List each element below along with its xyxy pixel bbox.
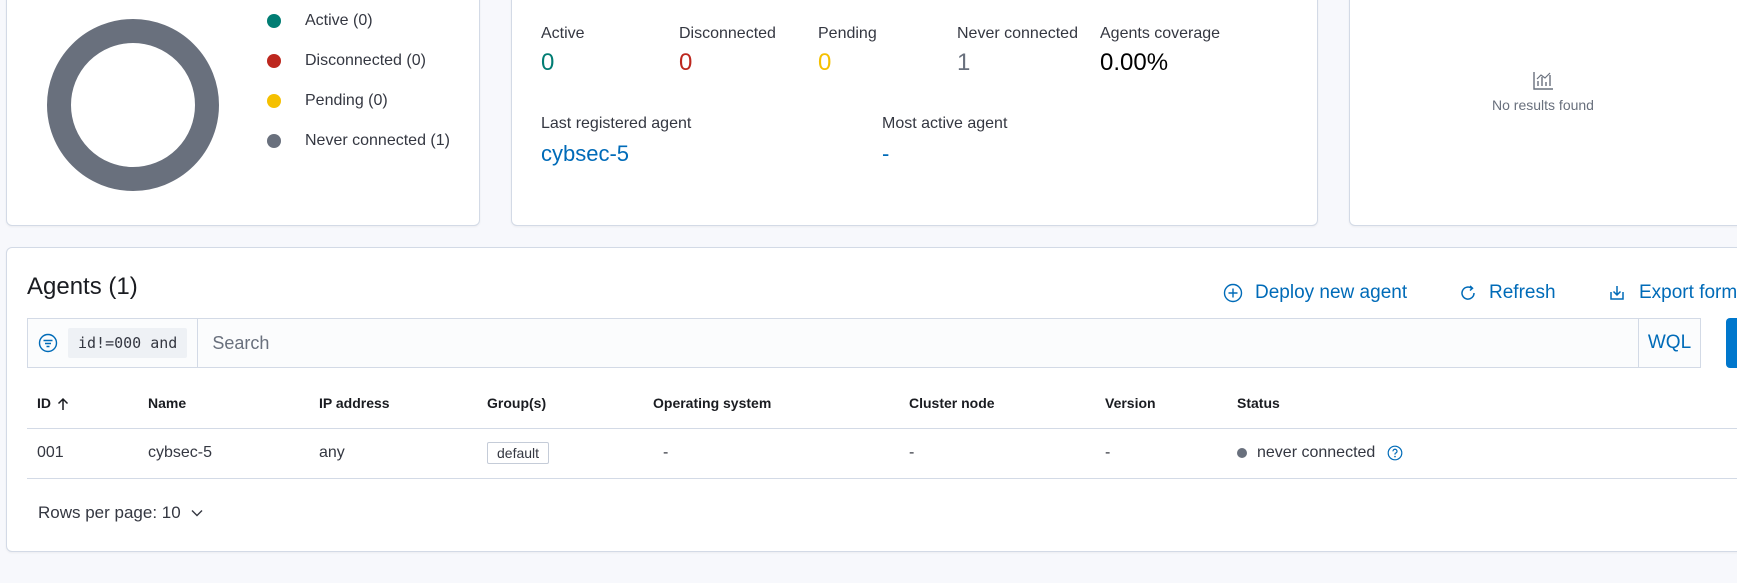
stat-never-connected-value[interactable]: 1	[957, 49, 1078, 77]
stat-pending-label: Pending	[818, 25, 877, 42]
last-registered-agent: Last registered agent cybsec-5	[541, 115, 691, 167]
legend-label-active: Active (0)	[305, 12, 373, 29]
legend-label-disconnected: Disconnected (0)	[305, 52, 426, 69]
question-circle-icon[interactable]	[1387, 445, 1403, 461]
agents-table-panel: Agents (1) Deploy new agent Refresh Expo…	[6, 247, 1737, 552]
stat-never-connected-label: Never connected	[957, 25, 1078, 42]
evolution-panel: No results found	[1349, 0, 1737, 226]
refresh-button[interactable]: Refresh	[1459, 282, 1556, 304]
column-header-groups: Group(s)	[477, 378, 643, 429]
legend-item-pending[interactable]: Pending (0)	[267, 81, 450, 121]
column-header-ip[interactable]: IP address	[309, 378, 477, 429]
stat-disconnected-value[interactable]: 0	[679, 49, 776, 77]
cell-cluster-node: -	[899, 428, 1095, 479]
agent-status-panel: Active (0) Disconnected (0) Pending (0) …	[6, 0, 480, 226]
column-header-os[interactable]: Operating system	[643, 378, 899, 429]
last-registered-link[interactable]: cybsec-5	[541, 141, 691, 167]
deploy-new-agent-label: Deploy new agent	[1255, 282, 1408, 303]
filter-icon	[38, 333, 58, 353]
chart-icon	[1533, 72, 1553, 90]
plus-circle-icon	[1223, 283, 1243, 303]
table-header-row: ID Name IP address Group(s) Operating sy…	[27, 378, 1737, 429]
status-text: never connected	[1257, 444, 1376, 461]
cell-os: -	[643, 428, 899, 479]
legend-item-never-connected[interactable]: Never connected (1)	[267, 121, 450, 161]
cell-status: never connected	[1227, 428, 1737, 479]
stat-coverage-value: 0.00%	[1100, 49, 1169, 76]
search-submit-button[interactable]	[1726, 318, 1737, 368]
deploy-new-agent-button[interactable]: Deploy new agent	[1223, 282, 1407, 304]
download-icon	[1610, 286, 1624, 300]
wql-toggle-button[interactable]: WQL	[1638, 319, 1700, 367]
column-header-name[interactable]: Name	[138, 378, 309, 429]
rows-per-page-selector[interactable]: Rows per page: 10	[38, 503, 203, 523]
cell-groups: default	[477, 428, 643, 479]
legend-item-active[interactable]: Active (0)	[267, 1, 450, 41]
column-header-id-label: ID	[37, 394, 51, 411]
export-formatted-button[interactable]: Export formatted	[1607, 282, 1737, 304]
rows-per-page-label: Rows per page: 10	[38, 503, 181, 522]
no-results-text: No results found	[1492, 97, 1594, 113]
cell-name: cybsec-5	[138, 428, 309, 479]
stat-active-label: Active	[541, 25, 585, 42]
legend-label-pending: Pending (0)	[305, 92, 388, 109]
legend-dot-never-connected	[267, 134, 281, 148]
stat-disconnected-label: Disconnected	[679, 25, 776, 42]
legend-dot-disconnected	[267, 54, 281, 68]
agents-search-bar: id!=000 and WQL	[27, 318, 1701, 368]
legend-dot-pending	[267, 94, 281, 108]
filter-button[interactable]	[28, 319, 68, 367]
status-legend: Active (0) Disconnected (0) Pending (0) …	[267, 1, 450, 161]
agents-title: Agents (1)	[27, 273, 138, 300]
chevron-down-icon	[191, 510, 203, 517]
stat-never-connected: Never connected 1	[957, 25, 1078, 77]
donut-segment-never-connected[interactable]	[47, 19, 219, 191]
cell-ip: any	[309, 428, 477, 479]
group-badge[interactable]: default	[487, 442, 550, 464]
search-input[interactable]	[197, 319, 1638, 367]
agent-details-panel: Active 0 Disconnected 0 Pending 0 Never …	[511, 0, 1318, 226]
stat-disconnected: Disconnected 0	[679, 25, 776, 77]
column-header-status[interactable]: Status	[1227, 378, 1737, 429]
most-active-agent: Most active agent -	[882, 115, 1007, 167]
stat-active-value[interactable]: 0	[541, 49, 585, 77]
stat-coverage: Agents coverage 0.00%	[1100, 25, 1220, 77]
legend-dot-active	[267, 14, 281, 28]
column-header-cluster-node[interactable]: Cluster node	[899, 378, 1095, 429]
agents-table: ID Name IP address Group(s) Operating sy…	[27, 378, 1737, 479]
legend-label-never-connected: Never connected (1)	[305, 132, 450, 149]
cell-id: 001	[27, 428, 138, 479]
column-header-version[interactable]: Version	[1095, 378, 1227, 429]
arrow-up-icon	[57, 397, 69, 410]
stat-pending-value[interactable]: 0	[818, 49, 877, 77]
refresh-label: Refresh	[1489, 282, 1556, 303]
cell-version: -	[1095, 428, 1227, 479]
no-results: No results found	[1350, 71, 1736, 115]
cell-os-value: -	[663, 444, 669, 461]
column-header-id[interactable]: ID	[27, 378, 138, 429]
refresh-icon	[1461, 285, 1475, 300]
stat-pending: Pending 0	[818, 25, 877, 77]
most-active-label: Most active agent	[882, 115, 1008, 132]
last-registered-label: Last registered agent	[541, 115, 692, 132]
legend-item-disconnected[interactable]: Disconnected (0)	[267, 41, 450, 81]
most-active-link[interactable]: -	[882, 141, 1007, 167]
implicit-filter-badge: id!=000 and	[68, 328, 188, 358]
status-donut-chart	[47, 19, 219, 191]
table-row[interactable]: 001 cybsec-5 any default - - - never con…	[27, 428, 1737, 479]
stat-active: Active 0	[541, 25, 585, 77]
status-dot	[1237, 447, 1247, 458]
export-formatted-label: Export formatted	[1639, 282, 1737, 303]
stat-coverage-label: Agents coverage	[1100, 25, 1221, 42]
